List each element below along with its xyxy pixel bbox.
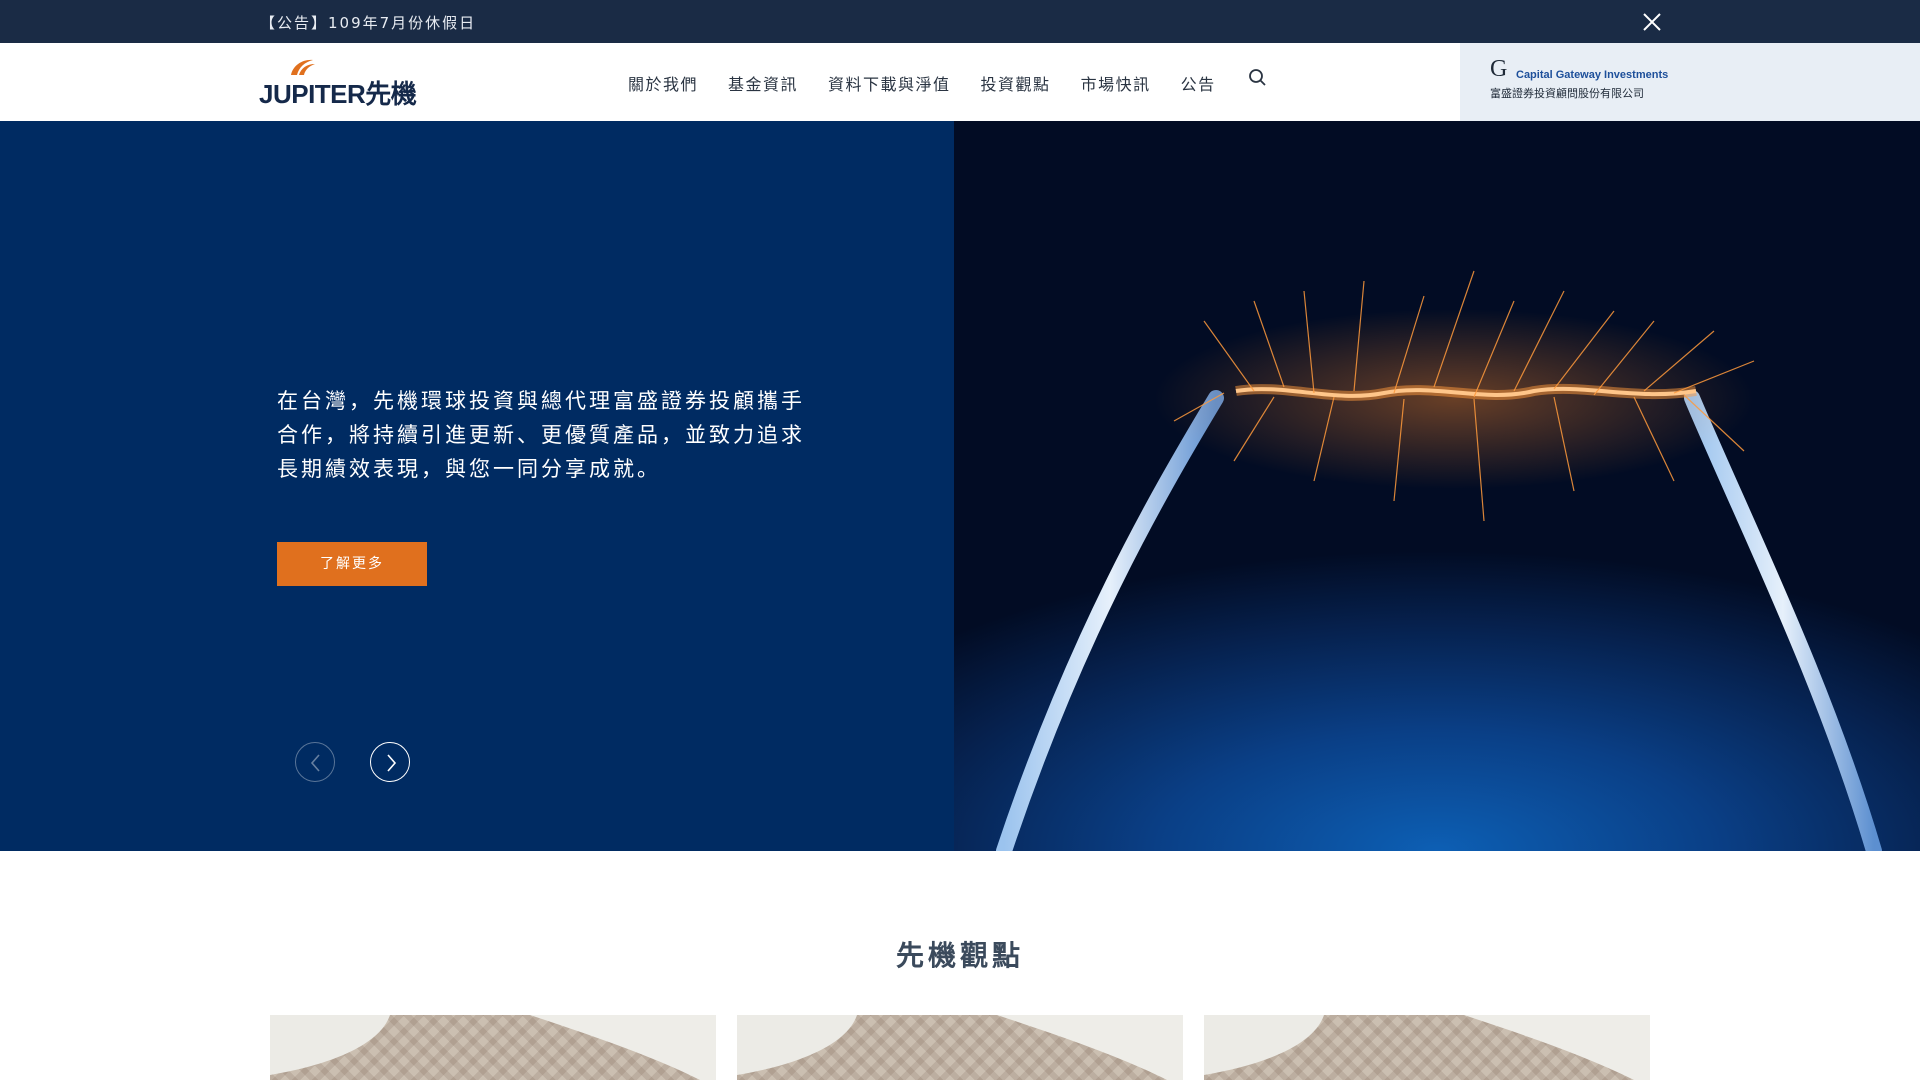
partner-logo[interactable]: G Capital Gateway Investments 富盛證券投資顧問股份…	[1460, 43, 1920, 121]
hero-image	[954, 121, 1920, 851]
nav-item-funds[interactable]: 基金資訊	[728, 71, 798, 95]
insight-card[interactable]	[1204, 1015, 1650, 1080]
nav-item-downloads[interactable]: 資料下載與淨值	[828, 71, 951, 95]
partner-name-en: Capital Gateway Investments	[1516, 69, 1669, 81]
partner-name-zh: 富盛證券投資顧問股份有限公司	[1490, 87, 1644, 100]
close-icon[interactable]	[1641, 11, 1663, 33]
paving-image	[1204, 1015, 1650, 1080]
announcement-link[interactable]: 【公告】109年7月份休假日	[260, 12, 476, 33]
sparking-wires-image	[996, 270, 1882, 851]
hero-text: 在台灣，先機環球投資與總代理富盛證券投顧攜手合作，將持續引進更新、更優質產品，並…	[277, 389, 805, 481]
jupiter-logo[interactable]: JUPITER先機	[259, 57, 417, 109]
nav-item-announcements[interactable]: 公告	[1181, 71, 1216, 95]
learn-more-button[interactable]: 了解更多	[277, 542, 427, 586]
insights-cards	[270, 1015, 1650, 1080]
section-title: 先機觀點	[895, 939, 1024, 972]
nav-item-market-news[interactable]: 市場快訊	[1081, 71, 1151, 95]
nav-item-about[interactable]: 關於我們	[628, 71, 698, 95]
chevron-left-icon	[310, 754, 320, 772]
site-header: JUPITER先機 關於我們 基金資訊 資料下載與淨值 投資觀點 市場快訊 公告…	[0, 43, 1920, 121]
nav-item-insights[interactable]: 投資觀點	[981, 71, 1051, 95]
paving-image	[737, 1015, 1183, 1080]
hero-carousel: 在台灣，先機環球投資與總代理富盛證券投顧攜手合作，將持續引進更新、更優質產品，並…	[0, 121, 1920, 851]
hero-text-panel: 在台灣，先機環球投資與總代理富盛證券投顧攜手合作，將持續引進更新、更優質產品，並…	[0, 121, 954, 851]
paving-image	[270, 1015, 716, 1080]
carousel-prev-button[interactable]	[295, 742, 335, 782]
search-icon[interactable]	[1248, 68, 1268, 88]
announcement-bar: 【公告】109年7月份休假日	[0, 0, 1920, 43]
insight-card[interactable]	[270, 1015, 716, 1080]
chevron-right-icon	[387, 754, 397, 772]
carousel-next-button[interactable]	[370, 742, 410, 782]
partner-mark: G	[1490, 56, 1508, 82]
logo-wordmark: JUPITER先機	[259, 79, 417, 109]
insight-card[interactable]	[737, 1015, 1183, 1080]
main-nav: 關於我們 基金資訊 資料下載與淨值 投資觀點 市場快訊 公告	[628, 71, 1246, 95]
